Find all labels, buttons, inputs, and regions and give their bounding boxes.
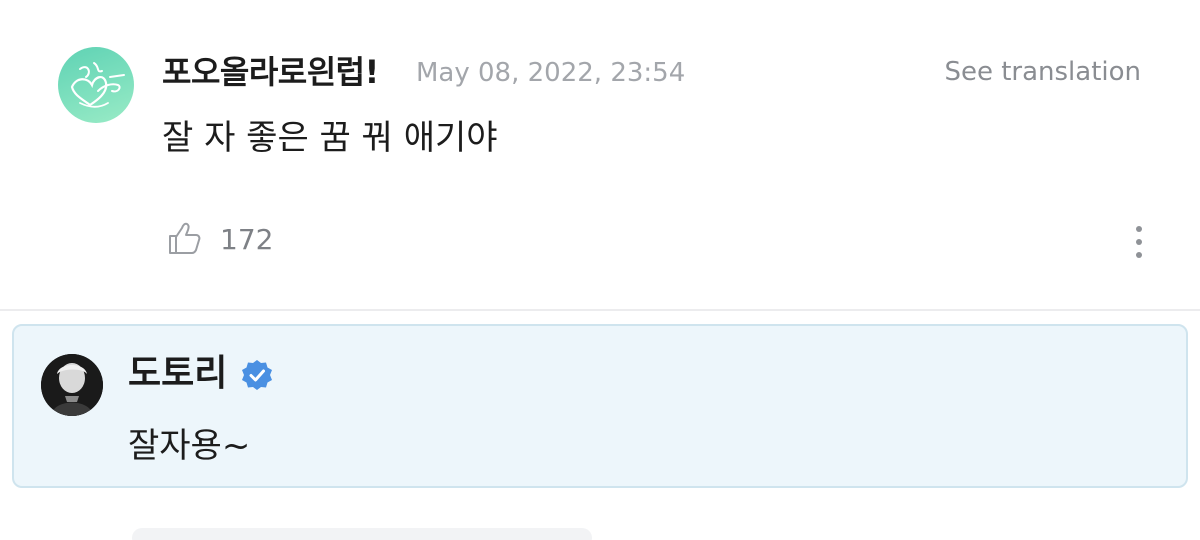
fan-comment: 포오올라로읜럽! May 08, 2022, 23:54 See transla…	[0, 0, 1200, 310]
more-dot-icon	[1136, 226, 1142, 232]
heart-signature-icon	[70, 62, 125, 108]
artist-photo	[41, 354, 103, 416]
more-dot-icon	[1136, 252, 1142, 258]
artist-avatar[interactable]	[41, 354, 103, 416]
more-options-button[interactable]	[1126, 222, 1152, 264]
more-dot-icon	[1136, 239, 1142, 245]
section-divider	[0, 309, 1200, 311]
reply-author[interactable]: 도토리	[128, 352, 227, 396]
like-button[interactable]	[164, 218, 208, 262]
reply-text: 잘자용~	[128, 426, 251, 466]
artist-reply: 도토리 잘자용~	[12, 324, 1188, 488]
comment-author[interactable]: 포오올라로읜럽!	[162, 52, 379, 92]
comment-timestamp: May 08, 2022, 23:54	[416, 58, 686, 88]
verified-badge-icon	[240, 358, 274, 392]
fan-letter-thread: 포오올라로읜럽! May 08, 2022, 23:54 See transla…	[0, 0, 1200, 540]
fan-avatar[interactable]	[58, 47, 134, 123]
see-translation-button[interactable]: See translation	[944, 55, 1141, 89]
like-count: 172	[220, 223, 274, 256]
next-item-peek	[132, 528, 592, 540]
comment-text: 잘 자 좋은 꿈 꿔 애기야	[162, 118, 498, 158]
thumbs-up-icon	[169, 222, 201, 254]
